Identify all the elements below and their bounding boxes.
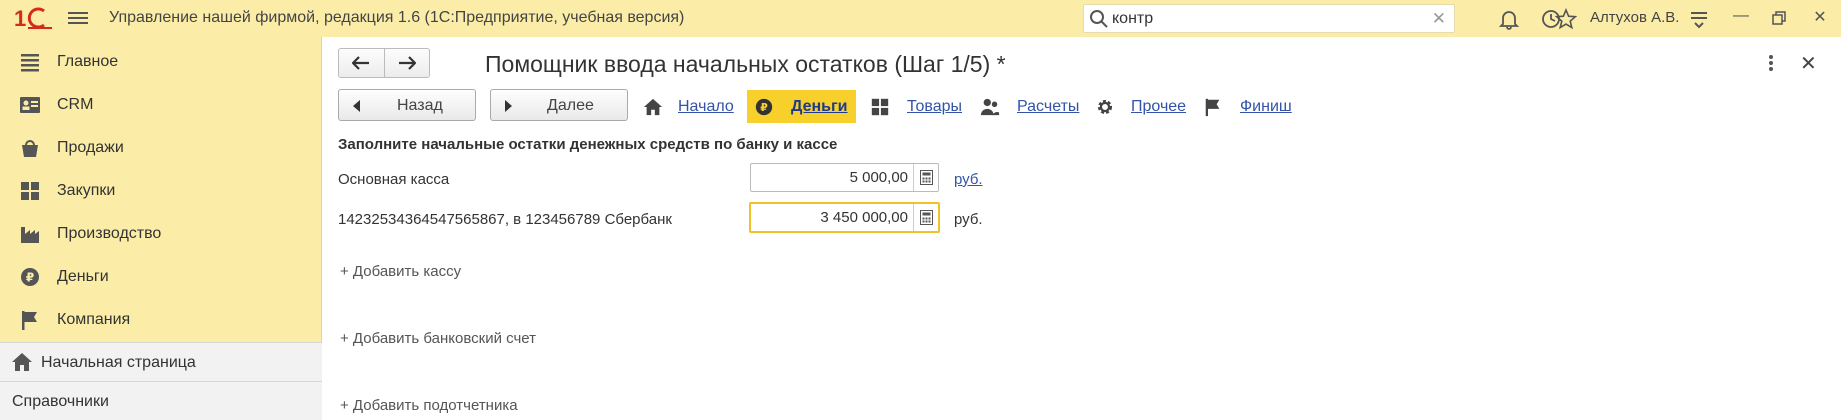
- sidebar-item-production[interactable]: Производство: [0, 212, 322, 255]
- flag-icon: [1205, 98, 1220, 117]
- add-accountable-person-link[interactable]: + Добавить подотчетника: [340, 397, 518, 414]
- step-finish-link[interactable]: Финиш: [1240, 98, 1292, 116]
- triangle-left-icon: [353, 100, 360, 112]
- home-page-label: Начальная страница: [41, 354, 196, 371]
- svg-text:₽: ₽: [26, 271, 34, 285]
- settings-menu-icon[interactable]: [1688, 8, 1710, 30]
- 1c-logo[interactable]: 1: [14, 5, 54, 31]
- references-link[interactable]: Справочники: [0, 381, 322, 420]
- user-name[interactable]: Алтухов А.В.: [1590, 9, 1679, 26]
- home-icon: [643, 98, 663, 116]
- cash-amount-field[interactable]: 5 000,00: [750, 163, 939, 192]
- history-nav: [338, 48, 430, 78]
- back-button[interactable]: Назад: [338, 89, 476, 121]
- add-bank-account-link[interactable]: + Добавить банковский счет: [340, 330, 536, 347]
- add-cash-link[interactable]: + Добавить кассу: [340, 263, 461, 280]
- sidebar-item-label: Закупки: [57, 182, 116, 199]
- bank-amount-field[interactable]: 3 450 000,00: [749, 202, 940, 233]
- bank-account-label: 14232534364547565867, в 123456789 Сберба…: [338, 211, 672, 228]
- star-icon[interactable]: [1555, 8, 1577, 30]
- step-money-link[interactable]: Деньги: [791, 98, 848, 116]
- people-icon: [980, 98, 1000, 116]
- shopping-bag-icon: [22, 140, 38, 157]
- sidebar-item-label: Деньги: [57, 268, 109, 285]
- sidebar: Главное CRM Продажи Закупки Производство: [0, 37, 322, 420]
- home-icon: [12, 353, 32, 371]
- sidebar-item-money[interactable]: ₽ Деньги: [0, 255, 322, 298]
- search-icon: [1090, 10, 1108, 28]
- gear-icon: [1097, 99, 1113, 115]
- ruble-coin-icon: ₽: [21, 268, 39, 286]
- bell-icon[interactable]: [1498, 8, 1520, 30]
- sidebar-item-crm[interactable]: CRM: [0, 83, 322, 126]
- cash-label: Основная касса: [338, 171, 450, 188]
- sidebar-item-company[interactable]: Компания: [0, 298, 322, 341]
- clear-search-icon[interactable]: ✕: [1432, 9, 1446, 29]
- warehouse-boxes-icon: [21, 182, 39, 200]
- step-settlements-link[interactable]: Расчеты: [1017, 98, 1079, 116]
- list-icon: [21, 54, 39, 72]
- sidebar-item-label: Продажи: [57, 139, 124, 156]
- sidebar-item-label: CRM: [57, 96, 94, 113]
- references-label: Справочники: [12, 393, 109, 410]
- step-start-link[interactable]: Начало: [678, 98, 734, 116]
- cash-currency-link[interactable]: руб.: [954, 171, 983, 188]
- triangle-right-icon: [505, 100, 512, 112]
- sidebar-item-main[interactable]: Главное: [0, 40, 322, 83]
- main-menu-icon[interactable]: [68, 9, 88, 29]
- title-bar: 1 Управление нашей фирмой, редакция 1.6 …: [0, 0, 1841, 37]
- close-window-icon[interactable]: ✕: [1809, 7, 1831, 29]
- home-page-link[interactable]: Начальная страница: [0, 342, 322, 381]
- step-other-link[interactable]: Прочее: [1131, 98, 1186, 116]
- minimize-icon[interactable]: —: [1730, 7, 1752, 29]
- more-actions-icon[interactable]: [1766, 53, 1776, 73]
- boxes-icon: [871, 98, 889, 116]
- back-arrow-icon[interactable]: [339, 49, 385, 77]
- calculator-icon[interactable]: [913, 204, 938, 231]
- factory-icon: [21, 227, 39, 243]
- page-title: Помощник ввода начальных остатков (Шаг 1…: [485, 51, 1006, 77]
- sidebar-item-label: Компания: [57, 311, 131, 328]
- close-form-icon[interactable]: ✕: [1800, 51, 1817, 76]
- section-heading: Заполните начальные остатки денежных сре…: [338, 136, 838, 153]
- app-title: Управление нашей фирмой, редакция 1.6 (1…: [109, 9, 685, 26]
- sidebar-item-label: Главное: [57, 53, 119, 70]
- sidebar-item-purchases[interactable]: Закупки: [0, 169, 322, 212]
- contact-card-icon: [20, 97, 40, 113]
- form-area: Помощник ввода начальных остатков (Шаг 1…: [323, 37, 1841, 417]
- bank-currency-label: руб.: [954, 211, 983, 228]
- step-goods-link[interactable]: Товары: [907, 98, 962, 116]
- flag-icon: [22, 311, 37, 330]
- restore-icon[interactable]: [1770, 9, 1788, 27]
- sidebar-item-label: Производство: [57, 225, 162, 242]
- search-input[interactable]: [1112, 8, 1412, 30]
- calculator-icon[interactable]: [913, 164, 938, 191]
- search-box[interactable]: ✕: [1083, 4, 1455, 33]
- forward-arrow-icon[interactable]: [385, 49, 430, 77]
- ruble-coin-icon: ₽: [755, 98, 773, 116]
- svg-text:₽: ₽: [760, 101, 768, 114]
- svg-text:1: 1: [14, 6, 26, 31]
- next-button[interactable]: Далее: [490, 89, 628, 121]
- sidebar-item-sales[interactable]: Продажи: [0, 126, 322, 169]
